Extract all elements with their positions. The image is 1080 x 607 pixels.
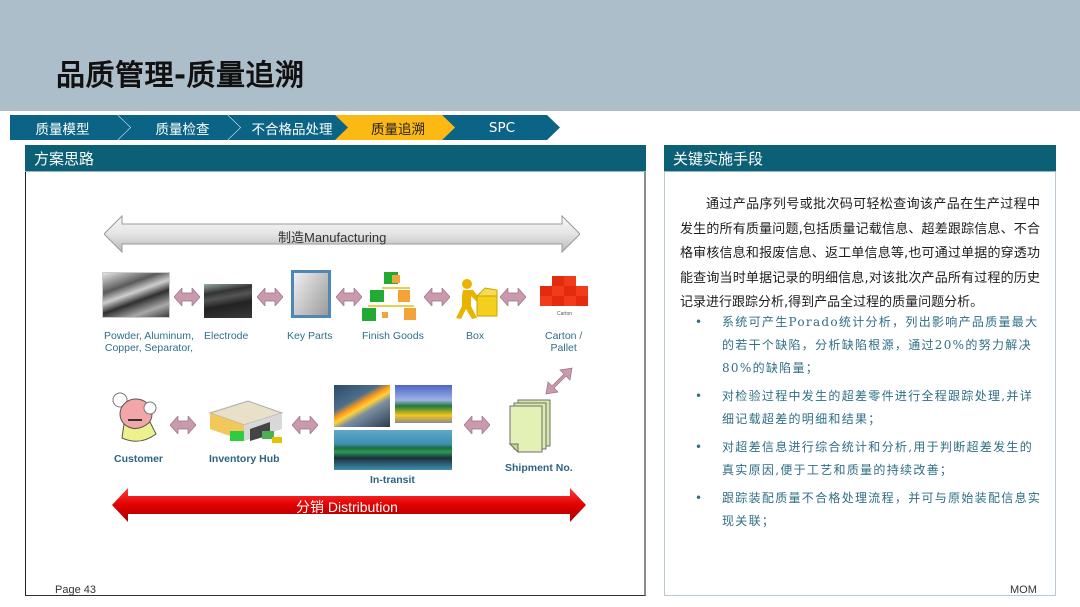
bullet-dot-icon: • <box>695 389 704 403</box>
process-stepper: 质量模型 质量检查 不合格品处理 质量追溯 SPC <box>10 115 570 140</box>
left-panel-title: 方案思路 <box>34 149 95 168</box>
node-label-carton-pallet: Carton / Pallet <box>545 330 583 354</box>
battery-cell-icon <box>291 270 331 318</box>
right-panel-header: 关键实施手段 <box>664 145 1056 172</box>
transport-photo-ship <box>334 430 452 470</box>
bullet-list: • 系统可产生Porado统计分析，列出影响产品质量最大的若干个缺陷，分析缺陷根… <box>692 311 1042 538</box>
transport-photo-train <box>334 385 390 427</box>
double-arrow-icon <box>170 416 196 434</box>
node-label-key-parts: Key Parts <box>287 330 333 342</box>
raw-materials-icon <box>102 272 170 318</box>
left-panel-header: 方案思路 <box>25 145 646 172</box>
warehouse-icon <box>208 400 284 443</box>
node-label-electrode: Electrode <box>204 330 249 342</box>
double-arrow-icon <box>336 288 362 306</box>
node-label-customer: Customer <box>114 453 164 465</box>
double-arrow-icon <box>500 288 526 306</box>
double-arrow-icon <box>292 416 318 434</box>
box-packing-icon <box>456 279 498 319</box>
node-label-in-transit: In-transit <box>370 474 415 486</box>
documents-icon <box>508 399 551 454</box>
step-quality-model[interactable]: 质量模型 <box>10 115 133 140</box>
double-arrow-icon <box>174 288 200 306</box>
double-arrow-icon <box>464 416 490 434</box>
double-arrow-icon <box>424 288 450 306</box>
node-label-finish-goods: Finish Goods <box>362 330 424 342</box>
transport-photo-truck <box>395 385 452 423</box>
bullet-item: • 系统可产生Porado统计分析，列出影响产品质量最大的若干个缺陷，分析缺陷根… <box>692 311 1042 380</box>
bullet-item: • 对检验过程中发生的超差零件进行全程跟踪处理,并详细记载超差的明细和结果； <box>692 385 1042 431</box>
bullet-dot-icon: • <box>695 440 704 454</box>
node-label-shipment-no: Shipment No. <box>505 462 573 474</box>
step-spc[interactable]: SPC <box>442 115 560 140</box>
node-label-inventory-hub: Inventory Hub <box>209 453 280 465</box>
diagonal-double-arrow-icon <box>545 367 573 395</box>
double-arrow-icon <box>257 288 283 306</box>
bullet-dot-icon: • <box>695 315 704 329</box>
node-label-raw-materials: Powder, Aluminum, Copper, Separator, <box>104 330 194 354</box>
manufacturing-label: 制造Manufacturing <box>278 230 387 245</box>
carton-sublabel: Carton <box>557 311 573 317</box>
angry-customer-icon <box>112 392 157 442</box>
traceability-diagram: 制造Manufacturing Carton Powder, Aluminum,… <box>100 210 600 530</box>
page-title: 品质管理-质量追溯 <box>56 58 305 92</box>
distribution-label: 分销 Distribution <box>296 499 398 515</box>
page-number: Page 43 <box>55 584 96 596</box>
right-panel-title: 关键实施手段 <box>673 149 764 168</box>
step-quality-traceability[interactable]: 质量追溯 <box>335 115 455 140</box>
node-label-box: Box <box>466 330 485 342</box>
brand-footer: MOM <box>1010 584 1037 596</box>
carton-stack-icon <box>540 276 588 306</box>
bullet-item: • 对超差信息进行综合统计和分析,用于判断超差发生的真实原因,便于工艺和质量的持… <box>692 436 1042 482</box>
step-quality-inspection[interactable]: 质量检查 <box>118 115 243 140</box>
bullet-dot-icon: • <box>695 491 704 505</box>
bullet-item: • 跟踪装配质量不合格处理流程，并可与原始装配信息实现关联； <box>692 487 1042 533</box>
intro-paragraph: 通过产品序列号或批次码可轻松查询该产品在生产过程中发生的所有质量问题,包括质量记… <box>680 197 1040 310</box>
electrode-icon <box>204 284 252 318</box>
finish-goods-icon <box>362 272 416 321</box>
